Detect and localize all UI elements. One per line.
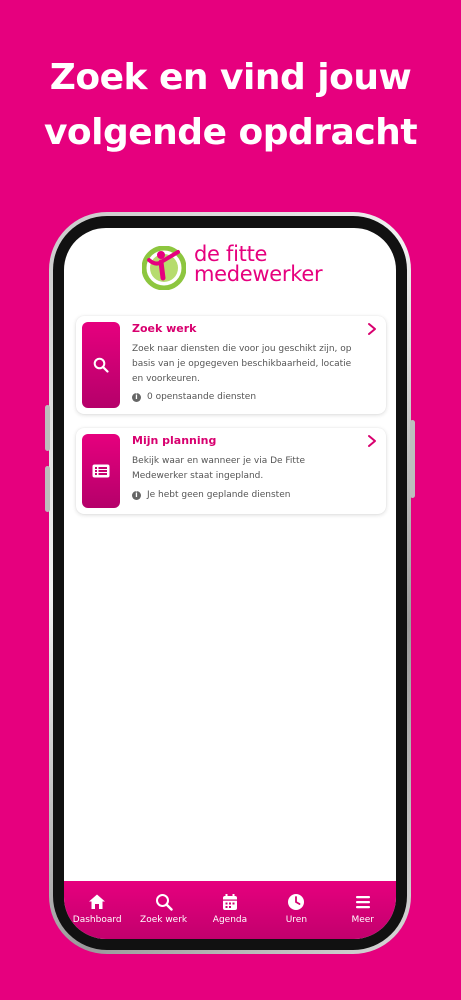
logo-mark-icon: [142, 246, 186, 290]
nav-zoek-werk[interactable]: Zoek werk: [131, 893, 197, 925]
card-description: Bekijk waar en wanneer je via De Fitte M…: [132, 456, 306, 481]
nav-label: Uren: [285, 915, 308, 925]
card-mijn-planning[interactable]: Mijn planning Bekijk waar en wanneer je …: [76, 428, 386, 514]
brand-logo: de fitte medewerker: [142, 242, 323, 294]
chevron-right-icon[interactable]: [366, 322, 378, 336]
nav-label: Zoek werk: [140, 915, 188, 925]
card-mijn-planning-tile: [82, 434, 120, 508]
promo-headline: Zoek en vind jouw volgende opdracht: [0, 50, 461, 160]
card-status-text: 0 openstaande diensten: [147, 392, 257, 402]
info-icon: i: [132, 392, 141, 402]
phone-side-button-left-2: [45, 466, 50, 512]
info-icon: i: [132, 490, 141, 500]
card-title: Zoek werk: [132, 322, 197, 335]
card-description: Zoek naar diensten die voor jou geschikt…: [132, 344, 352, 384]
headline-line-2: volgende opdracht: [43, 112, 418, 153]
phone-side-button-right: [410, 420, 415, 498]
nav-dashboard[interactable]: Dashboard: [64, 893, 130, 925]
logo-text-line-2: medewerker: [194, 262, 323, 286]
logo-text-line-1: de fitte: [194, 242, 268, 266]
clock-icon: [288, 894, 305, 910]
search-icon: [155, 894, 173, 911]
home-icon: [89, 894, 106, 909]
nav-label: Meer: [351, 915, 375, 925]
nav-label: Agenda: [212, 915, 248, 925]
nav-label: Dashboard: [72, 915, 122, 925]
menu-icon: [355, 896, 370, 909]
card-zoek-werk[interactable]: Zoek werk Zoek naar diensten die voor jo…: [76, 316, 386, 414]
nav-agenda[interactable]: Agenda: [197, 893, 263, 925]
search-icon: [93, 357, 109, 373]
card-zoek-werk-tile: [82, 322, 120, 408]
bottom-navigation: Dashboard Zoek werk Agenda Uren Meer: [64, 881, 396, 939]
card-status: i Je hebt geen geplande diensten: [132, 490, 290, 500]
card-title: Mijn planning: [132, 434, 217, 447]
app-screen: de fitte medewerker Zoek werk Zoek naar …: [64, 228, 396, 939]
phone-side-button-left-1: [45, 405, 50, 451]
card-status: i 0 openstaande diensten: [132, 392, 256, 402]
nav-uren[interactable]: Uren: [263, 893, 329, 925]
list-icon: [92, 464, 110, 478]
card-status-text: Je hebt geen geplande diensten: [147, 490, 291, 500]
calendar-icon: [222, 894, 237, 910]
headline-line-1: Zoek en vind jouw: [49, 57, 412, 98]
logo-text: de fitte medewerker: [194, 242, 323, 286]
chevron-right-icon[interactable]: [366, 434, 378, 448]
nav-meer[interactable]: Meer: [330, 893, 396, 925]
